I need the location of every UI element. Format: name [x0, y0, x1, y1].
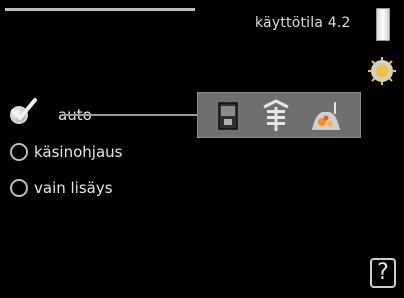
sun-settings-icon[interactable] [367, 56, 397, 86]
heat-pump-unit-icon [218, 102, 238, 130]
help-button[interactable]: ? [370, 258, 396, 288]
heating-ember-icon [312, 102, 340, 130]
checkmark-icon [11, 98, 37, 120]
radiator-icon [263, 99, 289, 131]
option-label-manual: käsinohjaus [34, 143, 123, 161]
scroll-indicator[interactable] [376, 8, 390, 41]
selection-connector [62, 114, 200, 116]
radio-manual[interactable] [10, 143, 28, 161]
option-label-addition-only: vain lisäys [34, 179, 113, 197]
page-title: käyttötila 4.2 [255, 15, 351, 31]
mode-option-addition-only[interactable]: vain lisäys [10, 175, 113, 201]
header-rule [5, 8, 195, 11]
mode-option-manual[interactable]: käsinohjaus [10, 139, 122, 165]
radio-addition-only[interactable] [10, 179, 28, 197]
mode-icon-panel [197, 92, 361, 138]
